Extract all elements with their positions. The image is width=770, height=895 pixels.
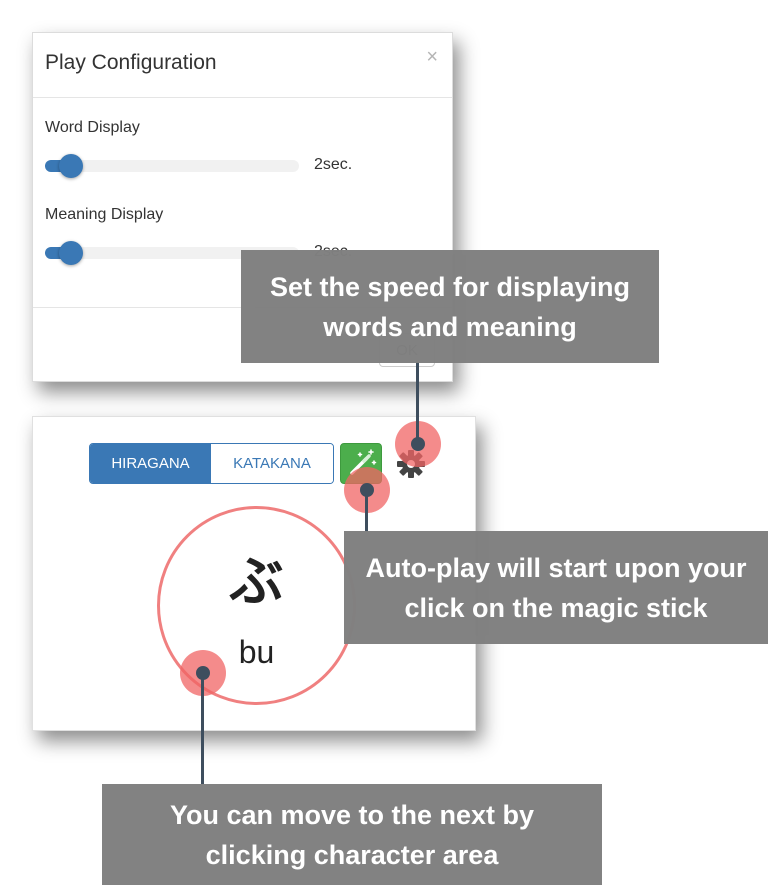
- next-connector-dot: [196, 666, 210, 680]
- word-display-label: Word Display: [45, 119, 140, 136]
- kana-character: ぶ: [229, 550, 284, 613]
- autoplay-connector-dot: [360, 483, 374, 497]
- next-callout: You can move to the next by clicking cha…: [102, 784, 602, 885]
- close-icon[interactable]: ×: [426, 47, 438, 67]
- modal-title: Play Configuration: [45, 51, 217, 74]
- script-toggle: HIRAGANA KATAKANA: [89, 443, 334, 484]
- word-display-slider[interactable]: [45, 154, 299, 178]
- modal-header: Play Configuration ×: [33, 33, 452, 98]
- tab-hiragana[interactable]: HIRAGANA: [90, 444, 211, 483]
- word-display-value: 2sec.: [314, 156, 353, 173]
- autoplay-callout: Auto-play will start upon your click on …: [344, 531, 768, 644]
- tab-katakana[interactable]: KATAKANA: [211, 444, 333, 483]
- next-connector: [201, 672, 204, 784]
- meaning-display-label: Meaning Display: [45, 206, 164, 223]
- speed-callout: Set the speed for displaying words and m…: [241, 250, 659, 363]
- slider-handle[interactable]: [59, 241, 83, 265]
- speed-connector-dot: [411, 437, 425, 451]
- slider-handle[interactable]: [59, 154, 83, 178]
- speed-connector: [416, 362, 419, 444]
